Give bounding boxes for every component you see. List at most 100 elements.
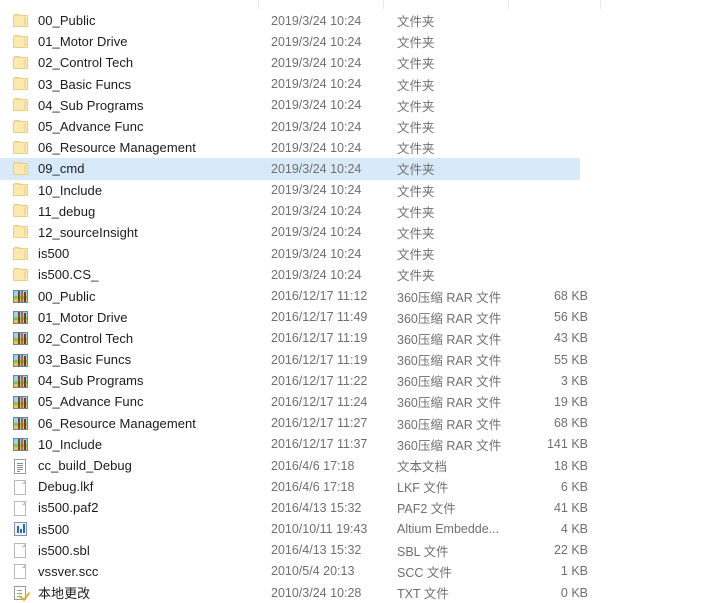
cell-name[interactable]: 00_Public	[0, 288, 258, 304]
cell-name[interactable]: 02_Control Tech	[0, 55, 258, 71]
cell-type: 文本文档	[397, 460, 448, 475]
folder-icon	[13, 119, 29, 135]
file-row[interactable]: is500 2010/10/11 19:43 Altium Embedde... 4 …	[0, 519, 718, 540]
file-name-label: 12_sourceInsight	[38, 224, 138, 240]
file-row[interactable]: 11_debug 2019/3/24 10:24 文件夹	[0, 201, 718, 222]
cell-type: 360压缩 RAR 文件	[397, 375, 502, 390]
cell-name[interactable]: 01_Motor Drive	[0, 309, 258, 325]
cell-name[interactable]: 10_Include	[0, 436, 258, 452]
file-name-label: vssver.scc	[38, 563, 99, 579]
cell-size: 6 KB	[560, 479, 588, 494]
file-name-label: cc_build_Debug	[38, 458, 132, 474]
file-name-label: 本地更改	[38, 586, 91, 602]
cell-name[interactable]: is500	[0, 246, 258, 262]
cell-date-modified: 2016/12/17 11:12	[271, 289, 368, 304]
cell-name[interactable]: is500.paf2	[0, 500, 258, 516]
cell-date-modified: 2016/12/17 11:49	[271, 310, 368, 325]
cell-type: SCC 文件	[397, 565, 452, 580]
cell-name[interactable]: 06_Resource Management	[0, 140, 258, 156]
cell-size: 43 KB	[553, 331, 588, 346]
cell-date-modified: 2019/3/24 10:24	[271, 204, 362, 219]
cell-type: 文件夹	[397, 57, 435, 72]
file-row[interactable]: 06_Resource Management 2019/3/24 10:24 文件夹	[0, 137, 718, 158]
cell-name[interactable]: 06_Resource Management	[0, 415, 258, 431]
file-name-label: is500.sbl	[38, 542, 90, 558]
file-row[interactable]: Debug.lkf 2016/4/6 17:18 LKF 文件 6 KB	[0, 476, 718, 497]
column-separator[interactable]	[600, 0, 601, 9]
cell-name[interactable]: 04_Sub Programs	[0, 97, 258, 113]
file-row[interactable]: 12_sourceInsight 2019/3/24 10:24 文件夹	[0, 222, 718, 243]
cell-name[interactable]: 11_debug	[0, 203, 258, 219]
file-row[interactable]: 05_Advance Func 2016/12/17 11:24 360压缩 RAR…	[0, 391, 718, 412]
cell-name[interactable]: 05_Advance Func	[0, 119, 258, 135]
file-row[interactable]: is500 2019/3/24 10:24 文件夹	[0, 243, 718, 264]
cell-type: 文件夹	[397, 15, 435, 30]
folder-icon	[13, 182, 29, 198]
file-row[interactable]: 09_cmd 2019/3/24 10:24 文件夹	[0, 158, 718, 180]
file-row[interactable]: is500.paf2 2016/4/13 15:32 PAF2 文件 41 KB	[0, 497, 718, 518]
cell-name[interactable]: 09_cmd	[0, 161, 258, 177]
cell-date-modified: 2019/3/24 10:24	[271, 183, 362, 198]
cell-name[interactable]: is500.CS_	[0, 267, 258, 283]
file-row[interactable]: 01_Motor Drive 2019/3/24 10:24 文件夹	[0, 31, 718, 52]
file-name-label: is500	[38, 246, 70, 262]
file-explorer-list-view[interactable]: 00_Public 2019/3/24 10:24 文件夹 01_Motor Driv…	[0, 0, 718, 601]
cell-name[interactable]: 03_Basic Funcs	[0, 352, 258, 368]
cell-name[interactable]: 01_Motor Drive	[0, 34, 258, 50]
file-row[interactable]: is500.sbl 2016/4/13 15:32 SBL 文件 22 KB	[0, 540, 718, 561]
file-row[interactable]: 05_Advance Func 2019/3/24 10:24 文件夹	[0, 116, 718, 137]
file-name-label: 10_Include	[38, 182, 103, 198]
file-row[interactable]: 00_Public 2016/12/17 11:12 360压缩 RAR 文件 68 …	[0, 285, 718, 306]
file-list[interactable]: 00_Public 2019/3/24 10:24 文件夹 01_Motor Driv…	[0, 10, 718, 603]
file-name-label: Debug.lkf	[38, 479, 94, 495]
cell-size: 68 KB	[553, 289, 588, 304]
file-row[interactable]: 01_Motor Drive 2016/12/17 11:49 360压缩 RAR …	[0, 307, 718, 328]
cell-size: 3 KB	[560, 373, 588, 388]
folder-icon	[13, 13, 29, 29]
column-separator[interactable]	[258, 0, 259, 9]
file-row[interactable]: 10_Include 2019/3/24 10:24 文件夹	[0, 180, 718, 201]
cell-name[interactable]: 本地更改	[0, 583, 258, 602]
cell-type: 360压缩 RAR 文件	[397, 332, 502, 347]
column-separator[interactable]	[383, 0, 384, 9]
file-row[interactable]: cc_build_Debug 2016/4/6 17:18 文本文档 18 KB	[0, 455, 718, 476]
rar-icon	[13, 352, 29, 368]
cell-date-modified: 2019/3/24 10:24	[271, 119, 362, 134]
file-row[interactable]: vssver.scc 2010/5/4 20:13 SCC 文件 1 KB	[0, 561, 718, 582]
file-name-label: 05_Advance Func	[38, 119, 144, 135]
rar-icon	[13, 330, 29, 346]
cell-date-modified: 2019/3/24 10:24	[271, 77, 362, 92]
cell-name[interactable]: 02_Control Tech	[0, 330, 258, 346]
file-row[interactable]: 04_Sub Programs 2019/3/24 10:24 文件夹	[0, 95, 718, 116]
cell-date-modified: 2016/12/17 11:27	[271, 416, 368, 431]
blank-document-icon	[13, 500, 29, 516]
file-row[interactable]: is500.CS_ 2019/3/24 10:24 文件夹	[0, 264, 718, 285]
cell-type: 360压缩 RAR 文件	[397, 438, 502, 453]
cell-name[interactable]: 05_Advance Func	[0, 394, 258, 410]
folder-icon	[13, 140, 29, 156]
cell-name[interactable]: Debug.lkf	[0, 479, 258, 495]
file-row[interactable]: 04_Sub Programs 2016/12/17 11:22 360压缩 RAR…	[0, 370, 718, 391]
file-row[interactable]: 02_Control Tech 2016/12/17 11:19 360压缩 RAR…	[0, 328, 718, 349]
file-row[interactable]: 06_Resource Management 2016/12/17 11:27 36…	[0, 413, 718, 434]
file-row[interactable]: 03_Basic Funcs 2019/3/24 10:24 文件夹	[0, 74, 718, 95]
checked-document-icon	[13, 585, 31, 601]
file-row[interactable]: 02_Control Tech 2019/3/24 10:24 文件夹	[0, 52, 718, 73]
file-row[interactable]: 本地更改 2010/3/24 10:28 TXT 文件 0 KB	[0, 582, 718, 603]
cell-name[interactable]: 00_Public	[0, 13, 258, 29]
cell-name[interactable]: 12_sourceInsight	[0, 224, 258, 240]
text-document-icon	[13, 458, 29, 474]
cell-name[interactable]: cc_build_Debug	[0, 458, 258, 474]
cell-name[interactable]: vssver.scc	[0, 563, 258, 580]
column-separator[interactable]	[508, 0, 509, 9]
cell-name[interactable]: is500	[0, 521, 258, 537]
file-row[interactable]: 00_Public 2019/3/24 10:24 文件夹	[0, 10, 718, 31]
cell-type: PAF2 文件	[397, 502, 456, 517]
file-row[interactable]: 03_Basic Funcs 2016/12/17 11:19 360压缩 RAR …	[0, 349, 718, 370]
cell-name[interactable]: 10_Include	[0, 182, 258, 198]
cell-name[interactable]: is500.sbl	[0, 542, 258, 559]
cell-date-modified: 2019/3/24 10:24	[271, 140, 362, 155]
cell-name[interactable]: 04_Sub Programs	[0, 373, 258, 389]
cell-name[interactable]: 03_Basic Funcs	[0, 76, 258, 92]
file-row[interactable]: 10_Include 2016/12/17 11:37 360压缩 RAR 文件 14…	[0, 434, 718, 455]
